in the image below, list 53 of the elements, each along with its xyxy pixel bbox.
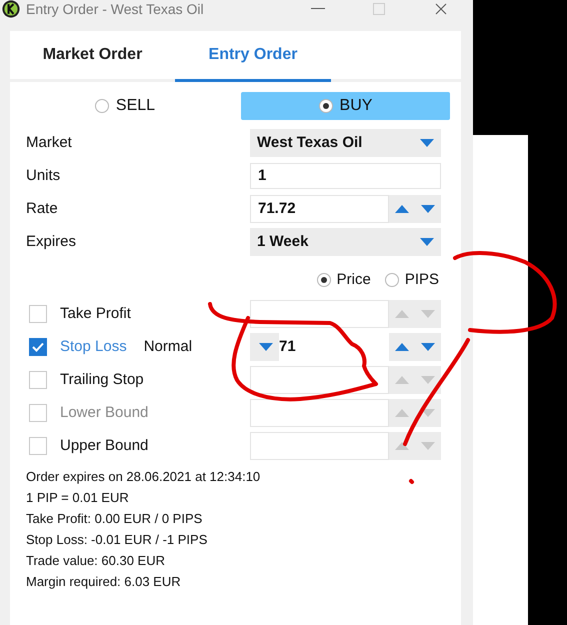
dropdown[interactable]: 1 Week (250, 228, 441, 256)
up-arrow-icon[interactable] (395, 205, 409, 213)
radio-button[interactable] (94, 99, 109, 113)
info-text: 1 PIP = 0.01 EUR (26, 489, 129, 507)
checkbox[interactable] (29, 338, 47, 356)
info-text: Margin required: 6.03 EUR (26, 573, 181, 591)
field-label: Units (26, 166, 62, 186)
info-text: Trade value: 60.30 EUR (26, 552, 165, 570)
input-field[interactable] (250, 399, 389, 427)
checkbox[interactable] (29, 305, 47, 323)
window-title: Entry Order - West Texas Oil (26, 0, 204, 18)
spinner-buttons[interactable] (389, 432, 441, 460)
input-field[interactable]: 71.72 (250, 195, 389, 223)
down-arrow-icon[interactable] (421, 205, 435, 213)
minimize-icon[interactable] (311, 8, 325, 10)
close-icon[interactable] (435, 3, 447, 15)
input-field[interactable]: 1 (250, 163, 441, 189)
condition-label: Stop Loss (60, 336, 127, 357)
field-label: Market (26, 132, 73, 153)
info-text: Take Profit: 0.00 EUR / 0 PIPS (26, 510, 202, 528)
down-arrow-icon[interactable] (420, 139, 434, 147)
radio-button[interactable] (316, 273, 331, 287)
radio-button[interactable] (318, 99, 333, 113)
radio-button[interactable] (384, 273, 399, 287)
info-text: Stop Loss: -0.01 EUR / -1 PIPS (26, 531, 208, 549)
spinner-buttons[interactable] (389, 333, 441, 361)
down-arrow-icon[interactable] (259, 343, 273, 351)
down-arrow-icon[interactable] (421, 343, 435, 351)
tab[interactable]: Market Order (10, 31, 175, 82)
input-field[interactable] (250, 300, 389, 328)
condition-label: Upper Bound (60, 436, 148, 456)
checkbox[interactable] (29, 371, 47, 389)
down-arrow-icon[interactable] (420, 238, 434, 246)
rate-mode-option[interactable]: Price (316, 268, 371, 292)
mode-label: Normal (144, 336, 192, 357)
rate-mode-option[interactable]: PIPS (384, 268, 439, 292)
field-label: Expires (26, 232, 78, 252)
buy-option[interactable]: BUY (241, 92, 450, 120)
checkbox[interactable] (29, 437, 47, 455)
spinner-buttons[interactable] (389, 195, 441, 223)
input-field[interactable]: 71 (250, 333, 389, 361)
input-field[interactable] (250, 366, 389, 394)
input-field[interactable] (250, 432, 389, 460)
info-text: Order expires on 28.06.2021 at 12:34:10 (26, 468, 260, 486)
condition-label: Take Profit (60, 304, 131, 324)
tab[interactable]: Entry Order (175, 31, 331, 82)
up-arrow-icon[interactable] (395, 442, 409, 450)
field-label: Rate (26, 198, 59, 219)
up-arrow-icon[interactable] (395, 343, 409, 351)
condition-label: Trailing Stop (60, 370, 144, 390)
logo-icon (2, 0, 20, 18)
dropdown[interactable]: West Texas Oil (250, 129, 441, 157)
condition-label: Lower Bound (60, 402, 148, 423)
